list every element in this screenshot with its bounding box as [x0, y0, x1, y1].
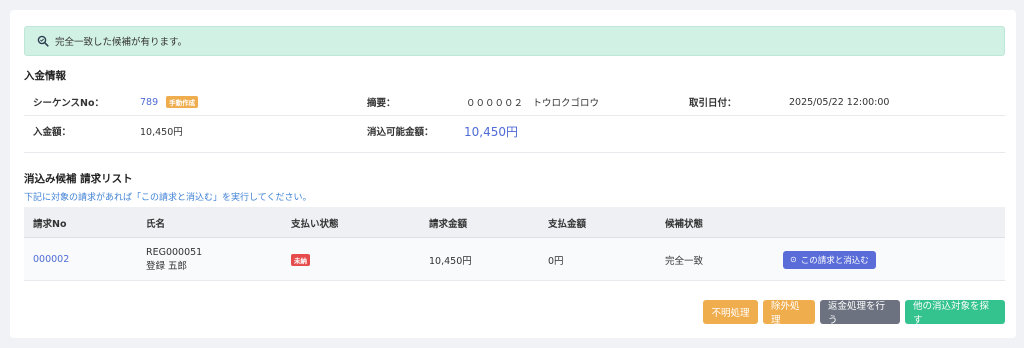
invoice-amount: 10,450円 [429, 255, 472, 267]
trade-date-label: 取引日付： [689, 98, 737, 109]
action-bar: 不明処理 除外処理 返金処理を行う 他の消込対象を探す [703, 300, 1005, 326]
deposit-row-2: 入金額： 10,450円 消込可能金額： 10,450円 [24, 117, 1005, 153]
amount-value: 10,450円 [140, 127, 183, 138]
header-candidate-status: 候補状態 [665, 218, 704, 230]
candidate-status: 完全一致 [665, 255, 704, 267]
match-alert: 完全一致した候補が有ります。 [24, 26, 1005, 56]
search-other-button[interactable]: 他の消込対象を探す [905, 300, 1005, 326]
invoice-no-link[interactable]: 000002 [33, 238, 69, 281]
pay-status-cell: 未納 [291, 238, 310, 281]
sequence-label: シーケンスNo： [33, 98, 105, 109]
exclude-process-button[interactable]: 除外処理 [763, 300, 815, 326]
header-name: 氏名 [146, 218, 166, 230]
refund-process-button[interactable]: 返金処理を行う [820, 300, 900, 326]
header-paid-amount: 支払金額 [548, 218, 587, 230]
manual-badge: 手動作成 [166, 96, 199, 108]
header-invoice-no: 請求No [33, 218, 67, 230]
match-invoice-label: この請求と消込む [800, 255, 869, 266]
header-invoice-amount: 請求金額 [429, 218, 468, 230]
unknown-process-button[interactable]: 不明処理 [703, 300, 758, 324]
candidates-title: 消込み候補 請求リスト [24, 173, 133, 185]
table-row: 000002 REG000051 登録 五郎 未納 10,450円 0円 完全一… [24, 238, 1005, 281]
unpaid-badge: 未納 [291, 253, 310, 266]
sequence-cell: 789 手動作成 [140, 88, 199, 116]
table-header: 請求No 氏名 支払い状態 請求金額 支払金額 候補状態 [24, 207, 1005, 238]
available-value: 10,450円 [464, 124, 518, 139]
match-invoice-button[interactable]: ⊙ この請求と消込む [783, 250, 876, 269]
amount-label: 入金額： [33, 127, 72, 138]
header-pay-status: 支払い状態 [291, 218, 339, 230]
available-label: 消込可能金額： [367, 127, 434, 138]
match-action-cell: ⊙ この請求と消込む [783, 238, 876, 281]
trade-date-value: 2025/05/22 12:00:00 [789, 96, 890, 108]
deposit-info-title: 入金情報 [24, 70, 66, 82]
sequence-link[interactable]: 789 [140, 97, 158, 108]
summary-label: 摘要： [367, 98, 396, 109]
search-check-icon [37, 35, 49, 47]
customer-code: REG000051 [146, 246, 203, 258]
deposit-row-1: シーケンスNo： 789 手動作成 摘要： ０００００２ トウロクゴロウ 取引日… [24, 88, 1005, 116]
candidates-table: 請求No 氏名 支払い状態 請求金額 支払金額 候補状態 000002 REG0… [24, 207, 1005, 281]
check-circle-icon: ⊙ [790, 255, 797, 264]
customer-name: 登録 五郎 [146, 260, 188, 272]
candidates-note: 下記に対象の請求があれば「この請求と消込む」を実行してください。 [24, 193, 312, 203]
summary-value: ０００００２ トウロクゴロウ [466, 98, 600, 109]
main-card: 完全一致した候補が有ります。 入金情報 シーケンスNo： 789 手動作成 摘要… [10, 10, 1016, 338]
alert-text: 完全一致した候補が有ります。 [55, 37, 188, 48]
customer-name-cell: REG000051 登録 五郎 [146, 238, 202, 281]
paid-amount: 0円 [548, 255, 564, 267]
